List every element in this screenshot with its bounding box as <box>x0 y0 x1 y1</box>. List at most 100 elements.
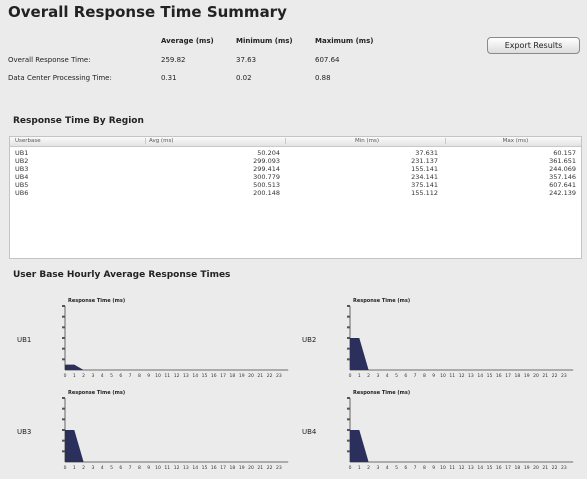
x-tick-label: 21 <box>257 465 263 471</box>
x-tick-label: 2 <box>82 373 85 379</box>
y-tick <box>62 326 65 329</box>
x-tick-label: 13 <box>183 373 189 379</box>
x-tick-label: 5 <box>110 373 113 379</box>
region-section-title: Response Time By Region <box>13 116 144 126</box>
summary-row-label: Data Center Processing Time: <box>8 74 112 82</box>
y-tick <box>62 439 65 442</box>
x-tick-label: 3 <box>376 465 379 471</box>
x-tick-label: 12 <box>174 465 180 471</box>
x-tick-label: 18 <box>230 465 236 471</box>
x-tick-label: 2 <box>367 465 370 471</box>
cell-userbase: UB5 <box>15 181 29 189</box>
x-tick-label: 10 <box>440 373 446 379</box>
x-tick-label: 8 <box>138 465 141 471</box>
y-tick <box>62 358 65 361</box>
cell-max: 361.651 <box>549 157 576 165</box>
x-tick-label: 17 <box>220 465 226 471</box>
x-tick-label: 23 <box>561 373 567 379</box>
x-tick-label: 1 <box>358 465 361 471</box>
cell-max: 242.139 <box>549 189 576 197</box>
cell-min: 37.631 <box>415 149 438 157</box>
x-tick-label: 20 <box>248 465 254 471</box>
x-tick-label: 12 <box>459 373 465 379</box>
cell-max: 357.146 <box>549 173 576 181</box>
cell-avg: 299.414 <box>253 165 280 173</box>
chart-plot: 01234567891011121314151617181920212223Hr… <box>347 397 574 471</box>
hourly-section-title: User Base Hourly Average Response Times <box>13 270 231 280</box>
x-tick-label: 14 <box>477 373 483 379</box>
column-header-userbase[interactable]: Userbase <box>15 138 41 144</box>
x-tick-label: 18 <box>230 373 236 379</box>
x-tick-label: 22 <box>552 465 558 471</box>
x-tick-label: 20 <box>248 373 254 379</box>
y-tick <box>62 418 65 421</box>
table-row[interactable]: UB3 299.414 155.141 244.069 <box>10 165 581 173</box>
column-header-max[interactable]: Max (ms) <box>445 138 582 144</box>
table-row[interactable]: UB2 299.093 231.137 361.651 <box>10 157 581 165</box>
summary-avg-value: 259.82 <box>161 56 186 64</box>
cell-userbase: UB1 <box>15 149 29 157</box>
cell-userbase: UB6 <box>15 189 29 197</box>
hourly-chart-ub4: UB4 Response Time (ms) 0 1 2 3 4 5 6 7 8 9 10 11 12 13 1… <box>300 390 575 475</box>
x-tick-label: 7 <box>414 465 417 471</box>
x-tick-label: 12 <box>459 465 465 471</box>
cell-min: 155.112 <box>411 189 438 197</box>
x-tick-label: 17 <box>505 373 511 379</box>
y-tick <box>62 315 65 318</box>
x-tick-label: 1 <box>73 465 76 471</box>
x-tick-label: 20 <box>533 373 539 379</box>
y-tick <box>347 407 350 410</box>
x-tick-label: 3 <box>91 373 94 379</box>
x-tick-label: 3 <box>91 465 94 471</box>
x-tick-label: 4 <box>101 465 104 471</box>
x-tick-label: 7 <box>129 373 132 379</box>
x-tick-label: 10 <box>155 465 161 471</box>
hourly-chart-ub1: UB1 Response Time (ms) 0 1 2 3 4 5 6 7 8 9 10 11 12 13 1… <box>15 298 290 383</box>
x-tick-label: 11 <box>449 373 455 379</box>
cell-min: 231.137 <box>411 157 438 165</box>
x-tick-label: 11 <box>164 465 170 471</box>
summary-max-value: 607.64 <box>315 56 340 64</box>
export-results-button[interactable]: Export Results <box>487 37 580 54</box>
x-tick-label: 8 <box>423 465 426 471</box>
cell-min: 375.141 <box>411 181 438 189</box>
x-tick-label: 16 <box>211 373 217 379</box>
x-tick-label: 16 <box>496 465 502 471</box>
y-tick <box>347 305 350 307</box>
x-tick-label: 18 <box>515 465 521 471</box>
table-row[interactable]: UB5 500.513 375.141 607.641 <box>10 181 581 189</box>
cell-min: 155.141 <box>411 165 438 173</box>
x-tick-label: 23 <box>276 465 282 471</box>
x-tick-label: 0 <box>64 465 67 471</box>
x-tick-label: 15 <box>202 373 208 379</box>
x-tick-label: 5 <box>110 465 113 471</box>
x-tick-label: 17 <box>220 373 226 379</box>
x-tick-label: 6 <box>119 465 122 471</box>
column-header-avg[interactable]: Avg (ms) <box>145 138 173 144</box>
y-tick <box>62 305 65 307</box>
summary-header-minimum: Minimum (ms) <box>236 37 293 45</box>
table-row[interactable]: UB6 200.148 155.112 242.139 <box>10 189 581 197</box>
x-tick-label: 5 <box>395 465 398 471</box>
x-tick-label: 0 <box>64 373 67 379</box>
region-table-header: Userbase Avg (ms) Min (ms) Max (ms) <box>10 137 581 147</box>
y-tick <box>347 450 350 453</box>
x-tick-label: 16 <box>496 373 502 379</box>
cell-avg: 300.779 <box>253 173 280 181</box>
summary-header-maximum: Maximum (ms) <box>315 37 374 45</box>
column-header-min[interactable]: Min (ms) <box>285 138 445 144</box>
y-tick <box>347 337 350 339</box>
x-tick-label: 9 <box>147 373 150 379</box>
x-tick-label: 14 <box>192 465 198 471</box>
x-tick-label: 10 <box>155 373 161 379</box>
series-area <box>350 338 564 370</box>
y-tick <box>347 326 350 329</box>
table-row[interactable]: UB4 300.779 234.141 357.146 <box>10 173 581 181</box>
x-tick-label: 21 <box>542 465 548 471</box>
y-tick <box>347 439 350 442</box>
x-tick-label: 8 <box>423 373 426 379</box>
y-tick <box>347 429 350 431</box>
x-tick-label: 15 <box>487 465 493 471</box>
x-tick-label: 7 <box>129 465 132 471</box>
table-row[interactable]: UB1 50.204 37.631 60.157 <box>10 149 581 157</box>
